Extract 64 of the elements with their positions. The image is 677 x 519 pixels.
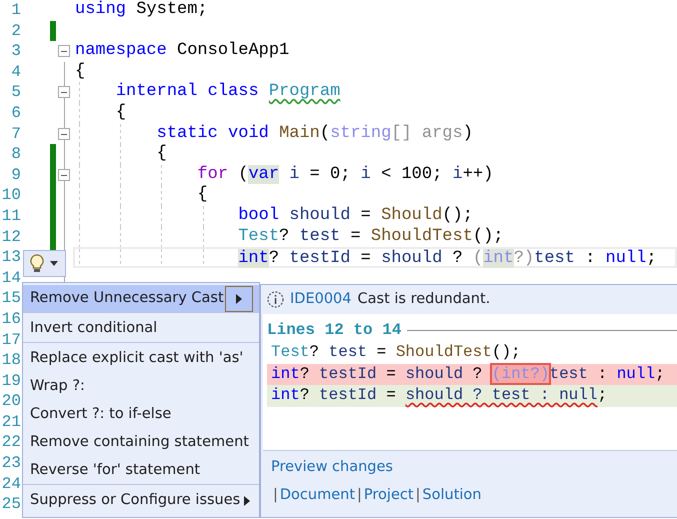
line-number: 20: [0, 391, 21, 412]
preview-changes-link[interactable]: Preview changes: [271, 459, 393, 475]
lightbulb-icon: [30, 254, 44, 274]
line-number: 24: [0, 474, 21, 494]
line-number: 6: [10, 102, 21, 124]
code-line: using System;: [75, 0, 208, 19]
line-number: 2: [10, 20, 21, 42]
line-number: 8: [10, 144, 21, 165]
line-number: 21: [0, 412, 21, 432]
line-number: 4: [10, 62, 21, 82]
lightbulb-button[interactable]: [23, 250, 66, 277]
line-number: 10: [0, 185, 21, 206]
code-line: for (var i = 0; i < 100; i++): [196, 164, 494, 184]
menu-item[interactable]: Remove containing statement: [23, 429, 259, 457]
separator: |: [416, 486, 420, 505]
menu-item[interactable]: Convert ?: to if-else: [23, 401, 259, 429]
collapse-icon[interactable]: [58, 128, 70, 140]
line-number: 14: [0, 268, 21, 288]
line-number: 18: [0, 350, 21, 371]
collapse-icon[interactable]: [58, 45, 70, 58]
line-number: 9: [10, 164, 21, 186]
collapse-icon[interactable]: [58, 168, 70, 181]
code-line: int? testId = should ? (int?)test : null;: [237, 249, 657, 268]
code-line: bool should = Should();: [237, 206, 473, 225]
menu-item[interactable]: Remove Unnecessary Cast: [23, 285, 259, 313]
separator: |: [273, 486, 278, 505]
line-number: 1: [10, 0, 21, 21]
menu-item[interactable]: Suppress or Configure issues: [23, 487, 259, 515]
line-number: 22: [0, 432, 21, 454]
code-line: {: [156, 144, 167, 164]
line-number: 16: [0, 308, 21, 330]
line-number: 12: [0, 226, 21, 248]
code-line: {: [114, 102, 126, 122]
scope-link[interactable]: Solution: [422, 484, 482, 506]
menu-item[interactable]: Reverse 'for' statement: [23, 457, 259, 485]
line-number: 5: [10, 82, 21, 103]
line-range-title: Lines 12 to 14: [267, 320, 402, 341]
line-number: 13: [0, 247, 21, 268]
line-number: 17: [0, 330, 21, 350]
code-line: {: [75, 62, 86, 81]
line-number: 7: [10, 124, 21, 144]
menu-item[interactable]: Invert conditional: [23, 315, 259, 343]
scope-link[interactable]: Project: [364, 484, 414, 506]
line-number: 23: [0, 453, 21, 474]
info-icon: [267, 291, 284, 308]
code-line: Test? test = ShouldTest();: [237, 226, 504, 246]
scope-link[interactable]: Document: [280, 484, 356, 506]
collapse-icon[interactable]: [58, 86, 70, 98]
code-line: internal class Program: [114, 82, 340, 102]
line-number: 25: [0, 494, 21, 515]
menu-item[interactable]: Wrap ?:: [23, 373, 259, 401]
line-number: 19: [0, 370, 21, 392]
code-line: Test? test = ShouldTest();: [270, 342, 522, 363]
line-number: 11: [0, 206, 21, 227]
code-line: static void Main(string[] args): [156, 124, 473, 143]
menu-item[interactable]: Replace explicit cast with 'as': [23, 345, 259, 373]
code-line: namespace ConsoleApp1: [75, 41, 290, 60]
line-number: 15: [0, 288, 21, 309]
diagnostic-message: Cast is redundant.: [358, 290, 490, 309]
caret-icon: [50, 261, 58, 266]
separator: |: [357, 486, 362, 505]
diagnostic-link[interactable]: IDE0004: [290, 288, 352, 310]
line-number: 3: [10, 41, 21, 62]
code-line: {: [196, 185, 208, 204]
